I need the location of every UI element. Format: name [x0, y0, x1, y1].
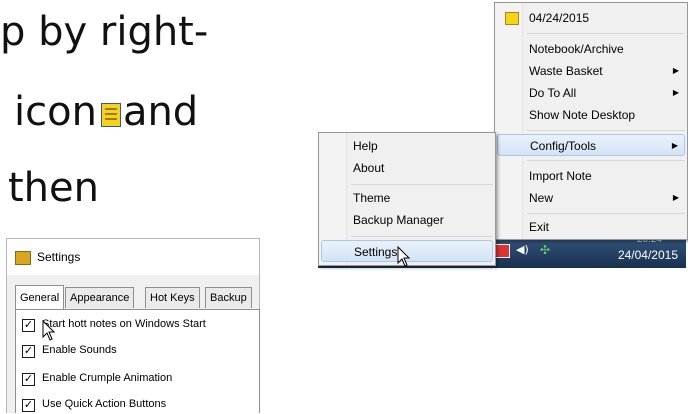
tab-backup[interactable]: Backup: [205, 287, 252, 308]
menu-separator: [527, 130, 685, 131]
submenu-arrow-icon: ▶: [672, 66, 679, 75]
settings-titlebar[interactable]: Settings: [7, 239, 259, 275]
instruction-text: icon: [14, 89, 97, 135]
menu-separator: [527, 160, 685, 161]
menu-item-show-note-desktop[interactable]: Show Note Desktop: [497, 104, 685, 126]
menu-item-label: Show Note Desktop: [529, 108, 636, 122]
mouse-cursor-icon: [42, 320, 56, 341]
menu-item-help[interactable]: Help: [321, 135, 493, 157]
mouse-cursor-icon: [397, 246, 411, 267]
instruction-text: and: [122, 89, 199, 135]
menu-item-waste-basket[interactable]: Waste Basket ▶: [497, 60, 685, 82]
sticky-note-icon: [505, 12, 519, 25]
checkbox[interactable]: ✓: [22, 345, 35, 358]
option-enable-sounds[interactable]: ✓ Enable Sounds: [22, 344, 117, 360]
menu-item-label: Theme: [353, 191, 391, 205]
menu-item-label: Exit: [529, 220, 550, 234]
checkbox[interactable]: ✓: [22, 373, 35, 386]
tray-context-menu: 04/24/2015 Notebook/Archive Waste Basket…: [494, 2, 688, 240]
menu-item-notebook-archive[interactable]: Notebook/Archive: [497, 38, 685, 60]
tab-hot-keys[interactable]: Hot Keys: [145, 287, 200, 308]
tray-app-icon[interactable]: [494, 244, 510, 258]
checkbox[interactable]: ✓: [22, 399, 35, 412]
menu-item-do-to-all[interactable]: Do To All ▶: [497, 82, 685, 104]
menu-separator: [527, 213, 685, 214]
option-label: Enable Sounds: [42, 344, 117, 356]
menu-item-label: Backup Manager: [353, 213, 444, 227]
menu-item-label: Import Note: [529, 169, 592, 183]
checkbox[interactable]: ✓: [22, 319, 35, 332]
option-label: Enable Crumple Animation: [42, 372, 173, 384]
menu-item-label: 04/24/2015: [529, 11, 590, 25]
tab-appearance[interactable]: Appearance: [65, 287, 135, 308]
option-label: Use Quick Action Buttons: [42, 398, 167, 410]
menu-separator: [527, 33, 685, 34]
menu-item-label: Settings: [354, 245, 398, 259]
menu-item-label: Help: [353, 139, 378, 153]
option-start-on-windows[interactable]: ✓ Start hott notes on Windows Start: [22, 318, 206, 334]
menu-separator: [351, 236, 493, 237]
settings-title: Settings: [37, 250, 81, 264]
tab-general[interactable]: General: [15, 285, 65, 310]
menu-item-label: Config/Tools: [530, 139, 597, 153]
taskbar-date[interactable]: 24/04/2015: [618, 248, 678, 262]
instruction-line-3: then: [8, 165, 99, 211]
menu-item-label: Waste Basket: [529, 64, 603, 78]
sticky-note-icon: [100, 103, 121, 127]
menu-item-exit[interactable]: Exit: [497, 216, 685, 238]
menu-item-label: About: [353, 161, 385, 175]
submenu-arrow-icon: ▶: [671, 141, 678, 150]
menu-item-date[interactable]: 04/24/2015: [497, 7, 685, 29]
option-enable-crumple[interactable]: ✓ Enable Crumple Animation: [22, 372, 173, 388]
option-label: Start hott notes on Windows Start: [42, 318, 206, 330]
instruction-line-1: p by right-: [0, 9, 209, 55]
menu-item-import-note[interactable]: Import Note: [497, 165, 685, 187]
menu-item-new[interactable]: New ▶: [497, 187, 685, 209]
menu-item-label: New: [529, 191, 554, 205]
menu-item-config-tools[interactable]: Config/Tools ▶: [497, 134, 685, 156]
submenu-arrow-icon: ▶: [672, 88, 679, 97]
menu-item-theme[interactable]: Theme: [321, 187, 493, 209]
menu-item-label: Do To All: [529, 86, 577, 100]
menu-item-label: Notebook/Archive: [529, 42, 624, 56]
volume-icon[interactable]: ◀): [516, 244, 530, 256]
menu-separator: [351, 184, 493, 185]
instruction-line-2: icon and: [14, 88, 198, 136]
menu-item-backup-manager[interactable]: Backup Manager: [321, 209, 493, 231]
settings-app-icon: [15, 251, 31, 265]
submenu-arrow-icon: ▶: [672, 193, 679, 202]
network-icon[interactable]: ✣: [540, 244, 554, 256]
menu-item-about[interactable]: About: [321, 157, 493, 179]
